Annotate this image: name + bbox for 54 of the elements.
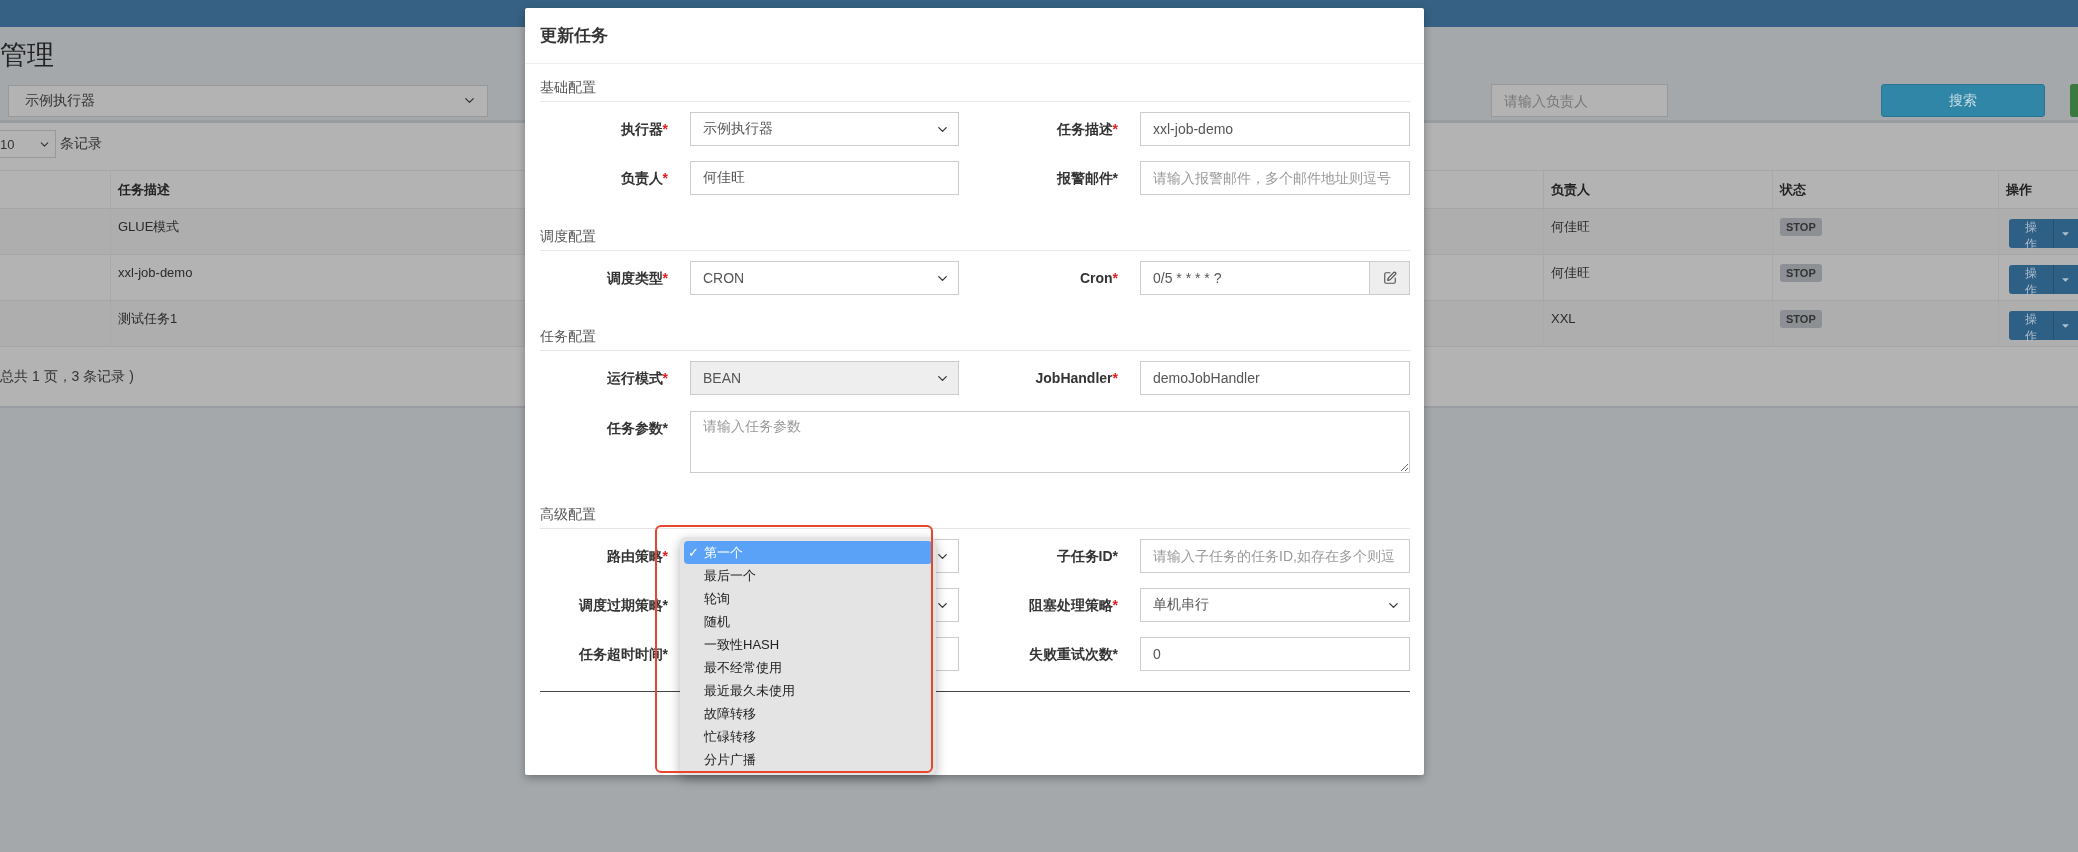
field-label: 任务描述*: [1056, 120, 1118, 139]
executor-select[interactable]: 示例执行器: [8, 84, 488, 117]
column-header: 状态: [1772, 170, 1998, 209]
dropdown-option[interactable]: 随机: [684, 610, 932, 633]
field-label: 调度类型*: [606, 269, 668, 288]
column-header: 负责人: [1543, 170, 1772, 209]
input-field[interactable]: 何佳旺: [690, 161, 959, 195]
section-legend: 基础配置: [540, 79, 596, 97]
section-legend: 任务配置: [540, 328, 596, 346]
dropdown-option[interactable]: 故障转移: [684, 702, 932, 725]
select-field[interactable]: 示例执行器: [690, 112, 959, 146]
dropdown-option[interactable]: 忙碌转移: [684, 725, 932, 748]
table-cell: 何佳旺: [1543, 255, 1772, 301]
table-cell: 何佳旺: [1543, 209, 1772, 255]
field-label: 阻塞处理策略*: [1028, 596, 1118, 615]
input-field[interactable]: 0: [1140, 637, 1410, 671]
dropdown-option[interactable]: 分片广播: [684, 748, 932, 771]
text-field[interactable]: 0/5 * * * * ?: [1140, 261, 1370, 295]
field-label: 失败重试次数*: [1028, 645, 1118, 664]
field-label: 运行模式*: [606, 369, 668, 388]
select-field[interactable]: CRON: [690, 261, 959, 295]
section-legend: 调度配置: [540, 228, 596, 246]
action-button[interactable]: 操作: [2009, 265, 2053, 294]
field-label: Cron*: [1079, 269, 1118, 288]
page-size-select[interactable]: 10: [0, 130, 56, 158]
page-size-label: 条记录: [60, 135, 102, 153]
field-label: JobHandler*: [1035, 369, 1118, 388]
status-badge: STOP: [1780, 310, 1822, 328]
input-field[interactable]: 请输入报警邮件，多个邮件地址则逗号: [1140, 161, 1410, 195]
dropdown-option[interactable]: 轮询: [684, 587, 932, 610]
input-field[interactable]: demoJobHandler: [1140, 361, 1410, 395]
dropdown-option[interactable]: 最后一个: [684, 564, 932, 587]
pagination-info: 总共 1 页，3 条记录 ): [0, 368, 134, 384]
owner-search-field[interactable]: 请输入负责人: [1490, 84, 1668, 117]
status-badge: STOP: [1780, 264, 1822, 282]
input-field[interactable]: 请输入子任务的任务ID,如存在多个则逗: [1140, 539, 1410, 573]
dropdown-option[interactable]: 最不经常使用: [684, 656, 932, 679]
dropdown-option[interactable]: 最近最久未使用: [684, 679, 932, 702]
field-label: 负责人*: [620, 169, 668, 188]
status-badge: STOP: [1780, 218, 1822, 236]
table-cell: XXL: [1543, 301, 1772, 347]
dialog-title: 更新任务: [540, 25, 608, 47]
field-label: 执行器*: [620, 120, 668, 139]
action-button[interactable]: 操作: [2009, 219, 2053, 248]
section-legend: 高级配置: [540, 506, 596, 524]
field-label: 报警邮件*: [1056, 169, 1118, 188]
page-title: 管理: [0, 39, 54, 72]
field-label: 子任务ID*: [1056, 547, 1118, 566]
select-field[interactable]: 单机串行: [1140, 588, 1410, 622]
input-field[interactable]: xxl-job-demo: [1140, 112, 1410, 146]
textarea-field[interactable]: 请输入任务参数: [690, 411, 1410, 473]
action-button[interactable]: 操作: [2009, 311, 2053, 340]
field-label: 任务参数*: [606, 419, 668, 438]
dropdown-option[interactable]: 一致性HASH: [684, 633, 932, 656]
